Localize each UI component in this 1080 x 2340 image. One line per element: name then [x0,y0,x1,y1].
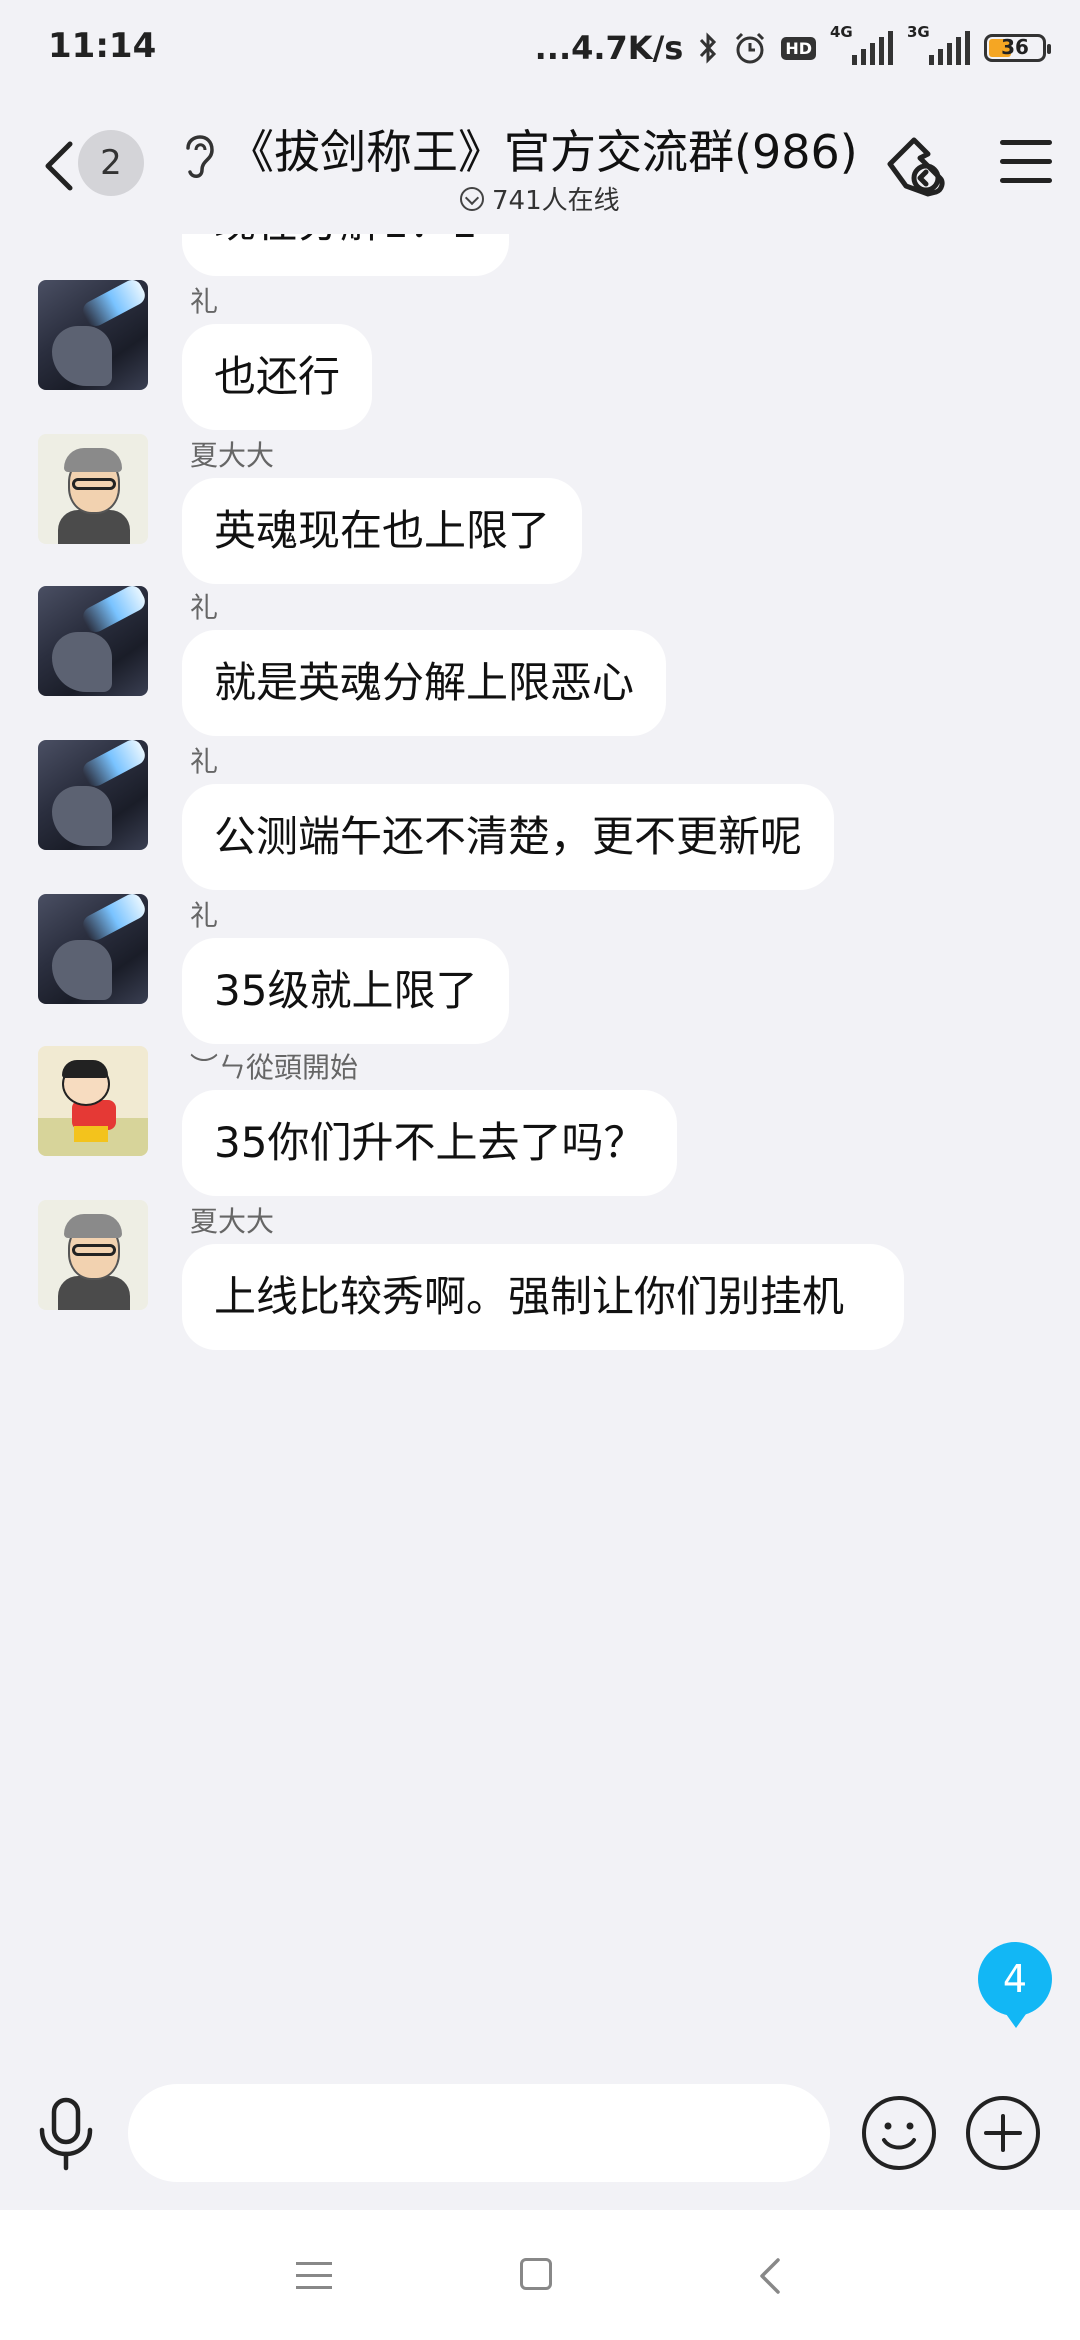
sender-name: 礼 [190,591,219,624]
online-chevron-icon [460,186,484,211]
network-speed: ...4.7K/s [534,29,684,67]
message-bubble[interactable]: 35级就上限了 [182,938,510,1044]
input-bar [0,2054,1080,2210]
share-icon[interactable] [884,134,956,200]
avatar[interactable] [38,586,148,696]
signal-4g-icon: 4G [830,23,893,65]
avatar[interactable] [38,1046,148,1156]
nav-home-icon[interactable] [520,2258,552,2290]
back-arrow-icon[interactable] [40,136,80,196]
sender-name: 礼 [190,899,219,932]
message-bubble[interactable]: 35你们升不上去了吗？ [182,1090,678,1196]
message-list[interactable]: 现在分解1：1 礼 也还行 夏大大 英魂现在也上限了 礼 就是英魂分解上限恶心 … [0,234,1080,2054]
alarm-icon [736,32,765,64]
bluetooth-icon [700,32,717,64]
avatar[interactable] [38,1200,148,1310]
message-bubble[interactable]: 现在分解1：1 [182,234,510,276]
status-icons: ...4.7K/s HD 4G 3G 36 [534,23,1051,72]
sender-name: 夏大大 [190,439,275,472]
avatar[interactable] [38,280,148,390]
new-message-badge[interactable]: 4 [978,1942,1052,2028]
message-bubble[interactable]: 也还行 [182,324,373,430]
menu-icon[interactable] [1000,140,1052,184]
signal-3g-icon: 3G [907,23,970,65]
hd-icon: HD [781,36,816,60]
message-bubble[interactable]: 公测端午还不清楚，更不更新呢 [182,784,835,890]
plus-icon[interactable] [964,2094,1042,2172]
system-nav-bar [0,2210,1080,2340]
message-bubble[interactable]: 就是英魂分解上限恶心 [182,630,667,736]
sender-name: 夏大大 [190,1205,275,1238]
ear-icon[interactable] [178,126,218,182]
sender-name: ︶ㄣ從頭開始 [190,1051,359,1084]
microphone-icon[interactable] [36,2096,96,2172]
message-bubble[interactable]: 上线比较秀啊。强制让你们别挂机 [182,1244,904,1350]
nav-back-icon[interactable] [752,2254,792,2298]
group-title[interactable]: 《拔剑称王》官方交流群(986) [228,116,858,182]
emoji-icon[interactable] [860,2094,938,2172]
message-input[interactable] [128,2084,830,2182]
status-time: 11:14 [48,26,157,66]
avatar[interactable] [38,434,148,544]
chat-header: 2 《拔剑称王》官方交流群(986) 741人在线 [0,96,1080,234]
avatar[interactable] [38,894,148,1004]
battery-icon: 36 [984,34,1051,62]
online-status[interactable]: 741人在线 [460,180,620,217]
sender-name: 礼 [190,745,219,778]
nav-menu-icon[interactable] [296,2262,332,2290]
battery-level: 36 [1001,35,1029,59]
online-count: 741人在线 [492,186,620,216]
status-bar: 11:14 ...4.7K/s HD 4G 3G 36 [0,0,1080,96]
avatar[interactable] [38,740,148,850]
message-bubble[interactable]: 英魂现在也上限了 [182,478,583,584]
sender-name: 礼 [190,285,219,318]
unread-count-badge[interactable]: 2 [78,130,144,196]
